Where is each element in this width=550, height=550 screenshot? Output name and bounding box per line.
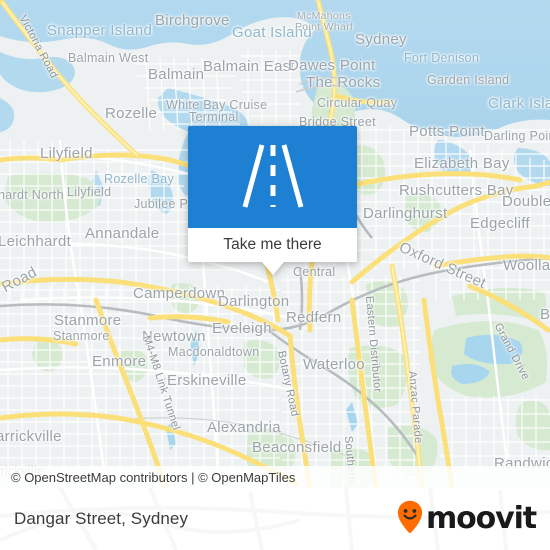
map-canvas[interactable]: Victoria Road Snapper Island Birchgrove Goa… [0, 0, 550, 488]
map-attribution-bar: © OpenStreetMap contributors | © OpenMap… [0, 466, 550, 488]
moovit-map-page: Victoria Road Snapper Island Birchgrove Goa… [0, 0, 550, 550]
take-me-there-label: Take me there [223, 236, 322, 253]
moovit-pin-icon [397, 500, 423, 539]
location-title: Dangar Street, Sydney [14, 509, 189, 528]
moovit-logo[interactable]: moovit [397, 500, 537, 539]
map-attribution-text: © OpenStreetMap contributors | © OpenMap… [11, 469, 296, 485]
popup-image [188, 126, 357, 228]
moovit-wordmark: moovit [425, 501, 537, 536]
road-icon [241, 141, 305, 213]
popup-footer[interactable]: Take me there [188, 228, 357, 262]
popup-pointer [261, 262, 284, 275]
map-popup-card[interactable]: Take me there [188, 126, 357, 275]
page-footer: Dangar Street, Sydney moovit [0, 488, 550, 550]
